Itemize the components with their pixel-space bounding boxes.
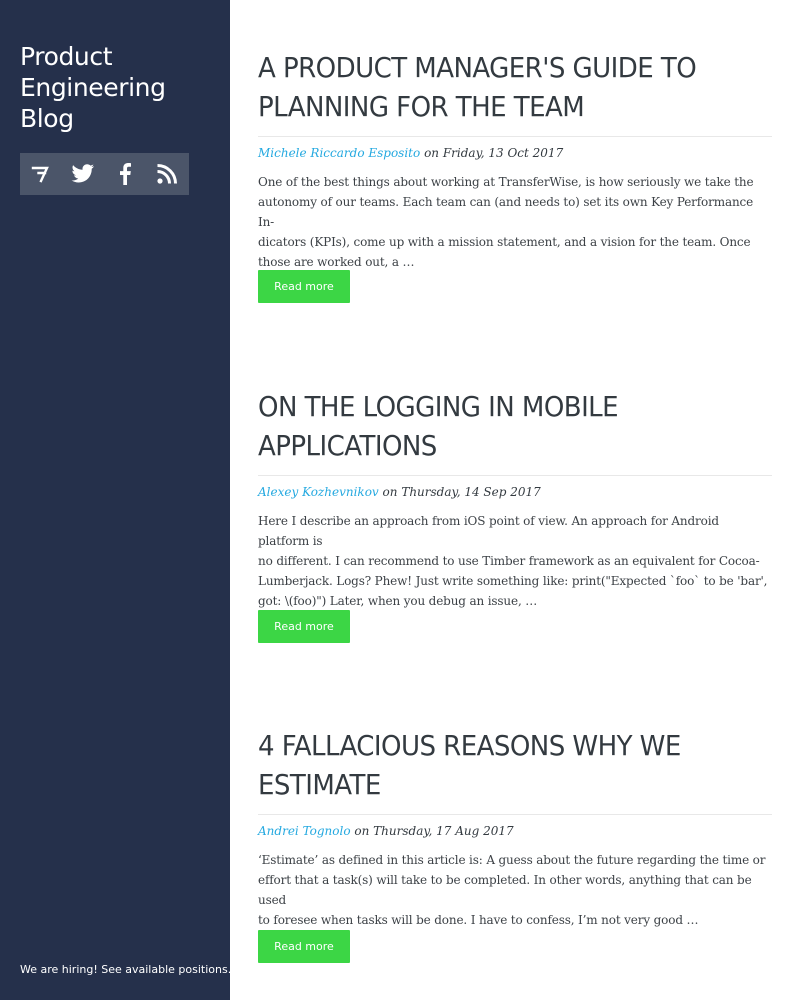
facebook-icon[interactable]	[104, 153, 146, 195]
blog-title-line: Product	[20, 42, 113, 71]
post-divider	[258, 475, 772, 476]
post-excerpt: ‘Estimate’ as defined in this article is…	[258, 850, 772, 930]
sidebar: Product Engineering Blog We are hiring! …	[0, 0, 235, 1000]
excerpt-line: effort that a task(s) will take to be co…	[258, 873, 752, 907]
post-title-line: PLANNING FOR THE TEAM	[258, 90, 585, 123]
post-date: on Thursday, 17 Aug 2017	[354, 824, 514, 838]
blog-title[interactable]: Product Engineering Blog	[20, 41, 220, 134]
excerpt-line: ‘Estimate’ as defined in this article is…	[258, 853, 766, 867]
post-title-line: ON THE LOGGING IN MOBILE	[258, 390, 619, 423]
read-more-button[interactable]: Read more	[258, 930, 350, 963]
post-title[interactable]: A PRODUCT MANAGER'S GUIDE TO PLANNING FO…	[258, 48, 771, 126]
blog-title-line: Blog	[20, 104, 74, 133]
post-title-line: APPLICATIONS	[258, 429, 437, 462]
excerpt-line: One of the best things about working at …	[258, 175, 754, 189]
post-meta: Michele Riccardo Esposito on Friday, 13 …	[258, 146, 772, 160]
excerpt-line: to foresee when tasks will be done. I ha…	[258, 913, 699, 927]
post-meta: Andrei Tognolo on Thursday, 17 Aug 2017	[258, 824, 772, 838]
post-date: on Friday, 13 Oct 2017	[424, 146, 564, 160]
transferwise-logo-icon[interactable]	[20, 153, 62, 195]
excerpt-line: Here I describe an approach from iOS poi…	[258, 514, 719, 548]
author-link[interactable]: Alexey Kozhevnikov	[258, 485, 379, 499]
excerpt-line: dicators (KPIs), come up with a mission …	[258, 235, 751, 249]
post-card: 4 FALLACIOUS REASONS WHY WE ESTIMATE And…	[258, 726, 772, 963]
author-link[interactable]: Michele Riccardo Esposito	[258, 146, 420, 160]
post-title-line: 4 FALLACIOUS REASONS WHY WE	[258, 729, 681, 762]
blog-title-line: Engineering	[20, 73, 166, 102]
post-title-line: ESTIMATE	[258, 768, 381, 801]
social-links-bar	[20, 153, 189, 195]
post-meta: Alexey Kozhevnikov on Thursday, 14 Sep 2…	[258, 485, 772, 499]
excerpt-line: autonomy of our teams. Each team can (an…	[258, 195, 754, 229]
twitter-icon[interactable]	[62, 153, 104, 195]
rss-icon[interactable]	[146, 153, 188, 195]
post-card: ON THE LOGGING IN MOBILE APPLICATIONS Al…	[258, 387, 772, 643]
excerpt-line: got: \(foo)") Later, when you debug an i…	[258, 594, 538, 608]
hiring-link[interactable]: We are hiring! See available positions..	[20, 963, 235, 976]
excerpt-line: those are worked out, a …	[258, 255, 415, 269]
read-more-button[interactable]: Read more	[258, 270, 350, 303]
post-divider	[258, 814, 772, 815]
excerpt-line: Lumberjack. Logs? Phew! Just write somet…	[258, 574, 768, 588]
post-divider	[258, 136, 772, 137]
post-excerpt: Here I describe an approach from iOS poi…	[258, 511, 772, 611]
post-title[interactable]: ON THE LOGGING IN MOBILE APPLICATIONS	[258, 387, 771, 465]
post-date: on Thursday, 14 Sep 2017	[382, 485, 541, 499]
read-more-button[interactable]: Read more	[258, 610, 350, 643]
excerpt-line: no different. I can recommend to use Tim…	[258, 554, 760, 568]
author-link[interactable]: Andrei Tognolo	[258, 824, 351, 838]
post-title[interactable]: 4 FALLACIOUS REASONS WHY WE ESTIMATE	[258, 726, 771, 804]
post-excerpt: One of the best things about working at …	[258, 172, 772, 272]
post-title-line: A PRODUCT MANAGER'S GUIDE TO	[258, 51, 697, 84]
post-card: A PRODUCT MANAGER'S GUIDE TO PLANNING FO…	[258, 48, 772, 303]
